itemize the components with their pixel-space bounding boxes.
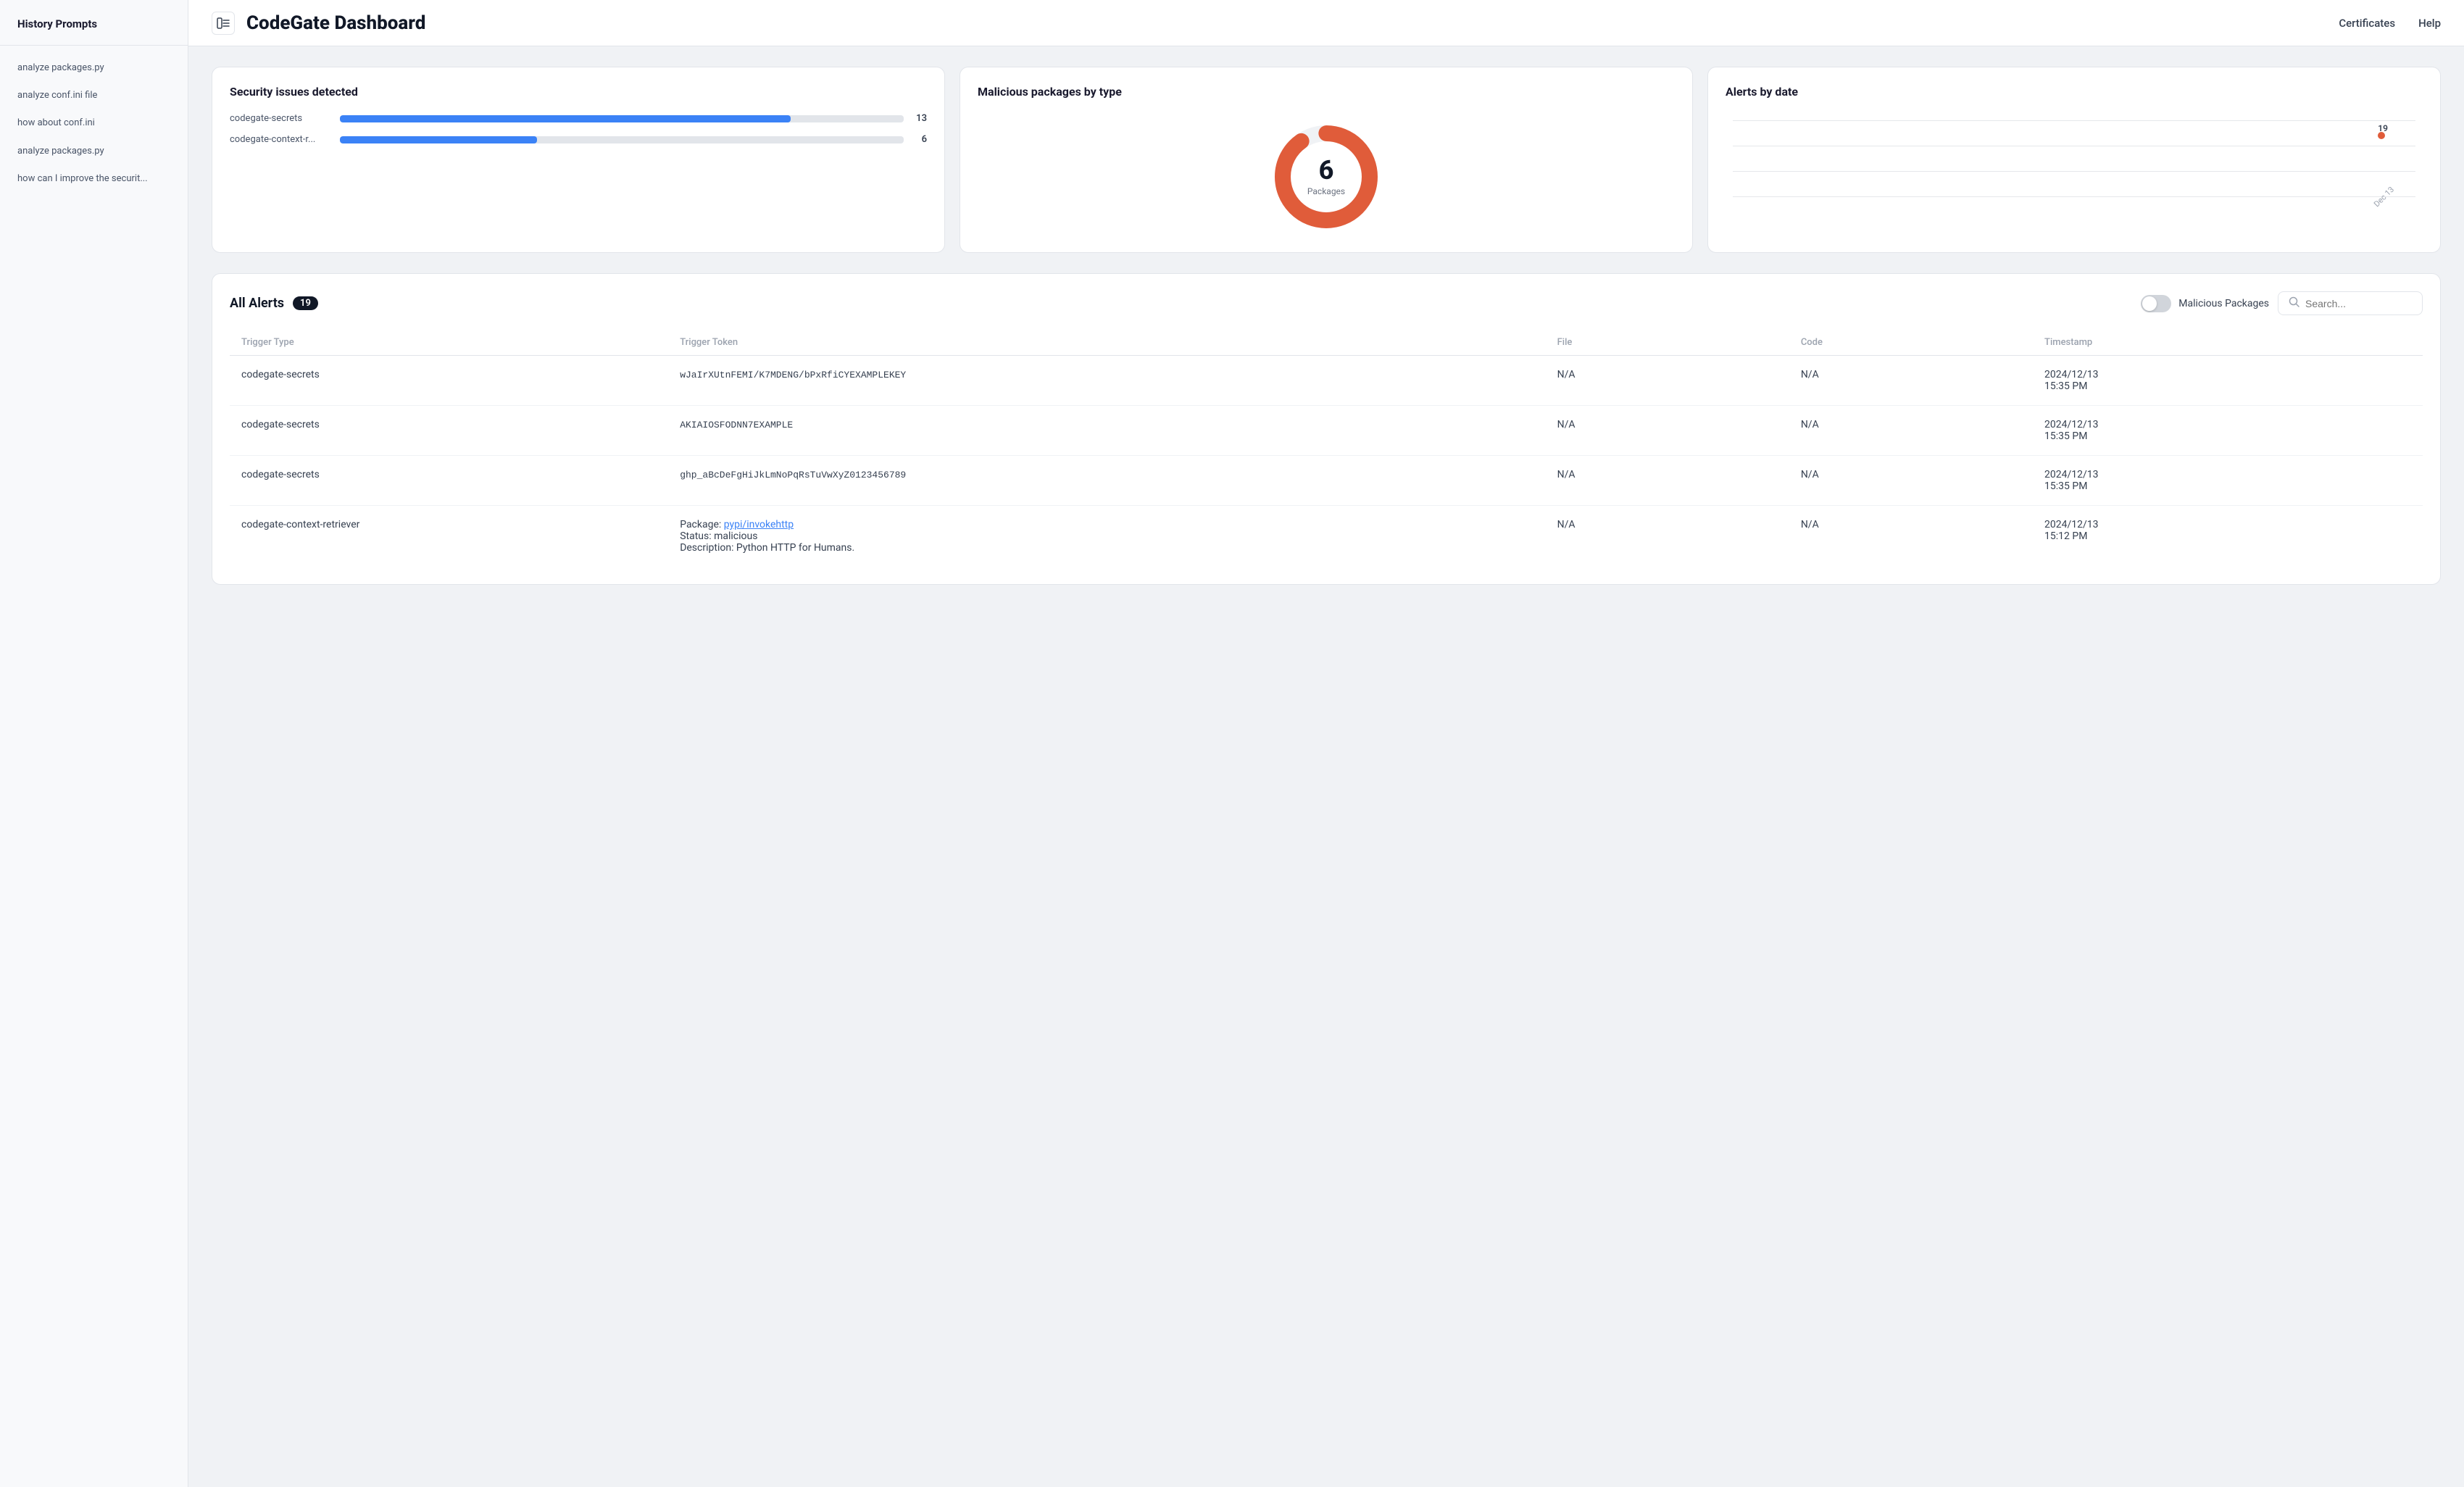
table-header-row: Trigger Type Trigger Token File Code Tim… bbox=[230, 330, 2423, 356]
token-value: ghp_aBcDeFgHiJkLmNoPqRsTuVwXyZ0123456789 bbox=[680, 470, 906, 480]
malicious-toggle-wrap: Malicious Packages bbox=[2141, 295, 2269, 312]
donut-container: 6 Packages bbox=[1268, 119, 1384, 235]
cell-code: N/A bbox=[1789, 456, 2033, 506]
sidebar-toggle-icon bbox=[217, 17, 230, 30]
security-count: 6 bbox=[912, 134, 927, 145]
security-card-title: Security issues detected bbox=[230, 85, 927, 99]
cell-timestamp: 2024/12/13 15:12 PM bbox=[2033, 506, 2423, 567]
sidebar-item[interactable]: how about conf.ini bbox=[0, 109, 188, 137]
cell-timestamp: 2024/12/13 15:35 PM bbox=[2033, 406, 2423, 456]
chart-gridline-top bbox=[1733, 120, 2415, 121]
nav-help[interactable]: Help bbox=[2418, 17, 2441, 30]
security-item: codegate-context-r... 6 bbox=[230, 134, 927, 145]
nav-certificates[interactable]: Certificates bbox=[2339, 17, 2395, 30]
table-row: codegate-context-retriever Package: pypi… bbox=[230, 506, 2423, 567]
cell-file: N/A bbox=[1546, 506, 1789, 567]
package-prefix: Package: bbox=[680, 519, 724, 530]
col-header-trigger: Trigger Type bbox=[230, 330, 668, 356]
cell-token: AKIAIOSFODNN7EXAMPLE bbox=[668, 406, 1545, 456]
sidebar-item[interactable]: analyze packages.py bbox=[0, 138, 188, 165]
package-description: Description: Python HTTP for Humans. bbox=[680, 542, 854, 554]
col-header-code: Code bbox=[1789, 330, 2033, 356]
token-value: AKIAIOSFODNN7EXAMPLE bbox=[680, 420, 793, 430]
alerts-date-card: Alerts by date 19 Dec 13 bbox=[1707, 67, 2441, 253]
search-input[interactable] bbox=[2305, 298, 2407, 309]
donut-text: 6 Packages bbox=[1307, 157, 1345, 196]
cell-file: N/A bbox=[1546, 356, 1789, 406]
sidebar-item[interactable]: analyze conf.ini file bbox=[0, 82, 188, 109]
toggle-label: Malicious Packages bbox=[2178, 298, 2269, 309]
cell-token: wJaIrXUtnFEMI/K7MDENG/bPxRfiCYEXAMPLEKEY bbox=[668, 356, 1545, 406]
alerts-table-body: codegate-secrets wJaIrXUtnFEMI/K7MDENG/bP… bbox=[230, 356, 2423, 567]
cell-file: N/A bbox=[1546, 406, 1789, 456]
cell-file: N/A bbox=[1546, 456, 1789, 506]
cell-code: N/A bbox=[1789, 406, 2033, 456]
security-item: codegate-secrets 13 bbox=[230, 113, 927, 124]
security-count: 13 bbox=[912, 113, 927, 124]
table-row: codegate-secrets wJaIrXUtnFEMI/K7MDENG/bP… bbox=[230, 356, 2423, 406]
sidebar-title: History Prompts bbox=[0, 17, 188, 46]
col-header-timestamp: Timestamp bbox=[2033, 330, 2423, 356]
package-status: Status: malicious bbox=[680, 530, 757, 542]
alerts-table: Trigger Type Trigger Token File Code Tim… bbox=[230, 330, 2423, 567]
alerts-table-head: Trigger Type Trigger Token File Code Tim… bbox=[230, 330, 2423, 356]
col-header-token: Trigger Token bbox=[668, 330, 1545, 356]
sidebar: History Prompts analyze packages.pyanaly… bbox=[0, 0, 188, 1487]
cell-code: N/A bbox=[1789, 506, 2033, 567]
cell-code: N/A bbox=[1789, 356, 2033, 406]
alerts-chart: 19 Dec 13 bbox=[1726, 113, 2423, 214]
package-info: Package: pypi/invokehttp Status: malicio… bbox=[680, 519, 1533, 554]
search-wrap bbox=[2278, 291, 2423, 315]
search-icon bbox=[2289, 296, 2299, 310]
cell-trigger: codegate-secrets bbox=[230, 356, 668, 406]
malicious-card-title: Malicious packages by type bbox=[978, 85, 1675, 99]
cell-trigger: codegate-secrets bbox=[230, 456, 668, 506]
cell-token: ghp_aBcDeFgHiJkLmNoPqRsTuVwXyZ0123456789 bbox=[668, 456, 1545, 506]
security-label: codegate-secrets bbox=[230, 113, 331, 124]
package-link[interactable]: pypi/invokehttp bbox=[724, 519, 794, 530]
header-nav: Certificates Help bbox=[2339, 17, 2441, 30]
alerts-date-title: Alerts by date bbox=[1726, 85, 2423, 99]
table-row: codegate-secrets ghp_aBcDeFgHiJkLmNoPqRsT… bbox=[230, 456, 2423, 506]
chart-gridline-mid2 bbox=[1733, 171, 2415, 172]
progress-bar bbox=[340, 136, 904, 143]
security-label: codegate-context-r... bbox=[230, 134, 331, 145]
main-area: CodeGate Dashboard Certificates Help Sec… bbox=[188, 0, 2464, 1487]
security-card: Security issues detected codegate-secret… bbox=[212, 67, 945, 253]
sidebar-item[interactable]: analyze packages.py bbox=[0, 54, 188, 82]
progress-bar-fill bbox=[340, 136, 537, 143]
summary-cards: Security issues detected codegate-secret… bbox=[212, 67, 2441, 253]
malicious-packages-toggle[interactable] bbox=[2141, 295, 2171, 312]
progress-bar bbox=[340, 115, 904, 122]
alerts-title: All Alerts bbox=[230, 296, 284, 311]
chart-dot bbox=[2378, 132, 2385, 139]
col-header-file: File bbox=[1546, 330, 1789, 356]
header: CodeGate Dashboard Certificates Help bbox=[188, 0, 2464, 46]
sidebar-items-list: analyze packages.pyanalyze conf.ini file… bbox=[0, 54, 188, 193]
donut-label: Packages bbox=[1307, 186, 1345, 196]
progress-bar-fill bbox=[340, 115, 791, 122]
alerts-count-badge: 19 bbox=[293, 296, 318, 310]
toggle-knob bbox=[2142, 296, 2157, 311]
malicious-card: Malicious packages by type 6 Packages bbox=[960, 67, 1693, 253]
cell-trigger: codegate-context-retriever bbox=[230, 506, 668, 567]
sidebar-toggle-button[interactable] bbox=[212, 12, 235, 35]
alerts-section: All Alerts 19 Malicious Packages bbox=[212, 273, 2441, 585]
chart-gridline-bot bbox=[1733, 196, 2415, 197]
donut-number: 6 bbox=[1307, 157, 1345, 183]
donut-center: 6 Packages bbox=[978, 113, 1675, 235]
sidebar-item[interactable]: how can I improve the securit... bbox=[0, 165, 188, 193]
content-area: Security issues detected codegate-secret… bbox=[188, 46, 2464, 1487]
cell-trigger: codegate-secrets bbox=[230, 406, 668, 456]
security-items-list: codegate-secrets 13 codegate-context-r..… bbox=[230, 113, 927, 145]
cell-timestamp: 2024/12/13 15:35 PM bbox=[2033, 356, 2423, 406]
cell-timestamp: 2024/12/13 15:35 PM bbox=[2033, 456, 2423, 506]
table-row: codegate-secrets AKIAIOSFODNN7EXAMPLE N/AN… bbox=[230, 406, 2423, 456]
token-value: wJaIrXUtnFEMI/K7MDENG/bPxRfiCYEXAMPLEKEY bbox=[680, 370, 906, 380]
page-title: CodeGate Dashboard bbox=[246, 12, 2327, 34]
cell-token: Package: pypi/invokehttp Status: malicio… bbox=[668, 506, 1545, 567]
alerts-header: All Alerts 19 Malicious Packages bbox=[230, 291, 2423, 315]
